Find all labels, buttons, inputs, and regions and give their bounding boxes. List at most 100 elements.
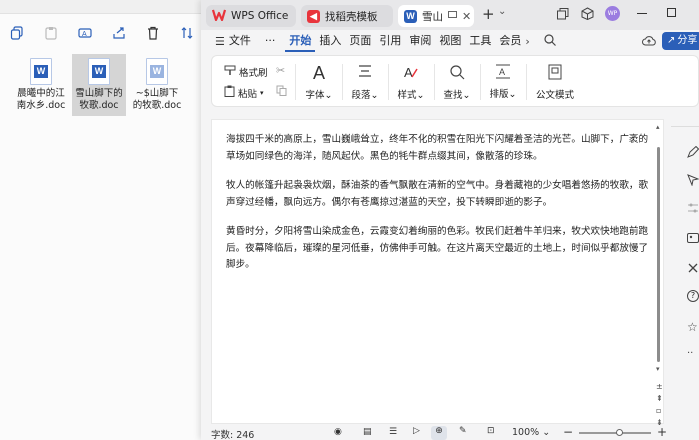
fit-page-icon[interactable]: ⊡ xyxy=(487,426,495,436)
cloud-upload-icon[interactable] xyxy=(642,35,656,49)
minimize-icon[interactable] xyxy=(637,13,647,14)
menu-bar: ☰ 文件 ··· 开始 插入 页面 引用 审阅 视图 工具 会员 › ↗ 分享 xyxy=(201,30,699,52)
menu-review[interactable]: 审阅 xyxy=(405,30,435,52)
help-icon[interactable]: ? xyxy=(687,290,699,302)
menu-more[interactable]: ··· xyxy=(261,30,280,52)
rename-icon[interactable]: A xyxy=(68,18,102,48)
word-count[interactable]: 字数: 246 xyxy=(211,427,254,440)
file-name: 晨曦中的江 南水乡.doc xyxy=(16,88,66,111)
menu-icon[interactable]: ☰ xyxy=(215,35,225,48)
style-group-button[interactable]: A 样式⌄ xyxy=(392,56,430,108)
ribbon-toolbar: 格式刷 ✂ 粘贴 ▾ A 字体⌄ 段落⌄ A 样式⌄ 查找⌄ A 排版⌄ 公文模… xyxy=(211,55,699,107)
star-icon[interactable]: ☆ xyxy=(687,320,698,334)
dropdown-icon: ▾ xyxy=(260,88,264,97)
scroll-down-icon[interactable]: ▾ xyxy=(656,365,660,373)
style-pen-icon: A xyxy=(403,64,419,83)
scrollbar-thumb[interactable] xyxy=(657,147,660,362)
tab-wps-office[interactable]: WPS Office xyxy=(206,5,296,27)
explorer-top-strip xyxy=(0,0,205,14)
copy-format-icon[interactable] xyxy=(276,85,287,99)
tab-templates[interactable]: ◀ 找稻壳模板 xyxy=(301,5,393,27)
edit-pen-icon[interactable] xyxy=(687,145,699,161)
zoom-out-button[interactable]: − xyxy=(563,425,573,439)
layout-group-button[interactable]: A 排版⌄ xyxy=(484,56,522,108)
close-tab-icon[interactable]: ✕ xyxy=(462,10,471,23)
paragraph-lines-icon xyxy=(357,64,373,81)
page-view-icon[interactable]: ▤ xyxy=(363,427,372,437)
document-page[interactable]: 海拔四千米的高原上，雪山巍峨耸立，终年不化的积雪在阳光下闪耀着圣洁的光芒。山脚下… xyxy=(211,119,664,424)
share-icon[interactable] xyxy=(102,18,136,48)
layout-icon: A xyxy=(495,64,511,82)
doc-mode-button[interactable]: 公文模式 xyxy=(530,56,580,108)
status-bar: 字数: 246 ◉ ▤ ☰ ▷ ⊕ ✎ ⊡ 100% ⌄ − + xyxy=(201,425,699,440)
outline-view-icon[interactable]: ☰ xyxy=(389,427,397,437)
paragraph[interactable]: 黄昏时分，夕阳将雪山染成金色，云霞变幻着绚丽的色彩。牧民们赶着牛羊归来，牧犬欢快… xyxy=(226,224,651,274)
format-painter-label: 格式刷 xyxy=(239,68,268,79)
web-view-icon[interactable]: ⊕ xyxy=(431,426,447,440)
file-item[interactable]: W ~$山脚下 的牧歌.doc xyxy=(130,54,184,116)
ribbon-separator xyxy=(480,64,481,100)
tab-label: 雪山 xyxy=(422,10,443,23)
cube-icon[interactable] xyxy=(581,7,594,23)
paragraph[interactable]: 牧人的帐篷升起袅袅炊烟，酥油茶的香气飘散在清新的空气中。身着藏袍的少女唱着悠扬的… xyxy=(226,178,651,211)
select-cursor-icon[interactable] xyxy=(687,174,699,189)
paste-button[interactable]: 粘贴 ▾ xyxy=(224,85,264,100)
scroll-up-icon[interactable]: ▴ xyxy=(656,123,660,131)
eye-icon[interactable]: ◉ xyxy=(334,427,342,437)
tools-icon[interactable] xyxy=(687,262,699,277)
font-group-button[interactable]: A 字体⌄ xyxy=(300,56,338,108)
maximize-icon[interactable] xyxy=(667,8,676,17)
explorer-toolbar: A xyxy=(0,16,205,50)
paragraph[interactable]: 海拔四千米的高原上，雪山巍峨耸立，终年不化的积雪在阳光下闪耀着圣洁的光芒。山脚下… xyxy=(226,132,651,165)
copy-icon[interactable] xyxy=(0,18,34,48)
sort-icon[interactable] xyxy=(170,18,204,48)
new-tab-button[interactable]: + xyxy=(482,5,495,23)
format-painter-button[interactable]: 格式刷 xyxy=(224,65,268,79)
paste-label: 粘贴 xyxy=(238,88,258,100)
menu-tools[interactable]: 工具 xyxy=(465,30,495,52)
paragraph-group-label: 段落⌄ xyxy=(351,89,379,101)
font-group-label: 字体⌄ xyxy=(305,90,333,101)
docer-logo-icon: ◀ xyxy=(307,9,320,23)
tab-label: WPS Office xyxy=(231,10,289,22)
search-icon[interactable] xyxy=(544,33,556,49)
page-nav-icons[interactable]: ± ⇞ ▫ ⇟ xyxy=(656,381,663,429)
font-a-icon: A xyxy=(312,63,325,83)
multi-window-icon[interactable] xyxy=(557,8,569,23)
pen-annotate-icon[interactable]: ✎ xyxy=(459,426,467,436)
zoom-slider-track[interactable] xyxy=(579,432,651,434)
paragraph-group-button[interactable]: 段落⌄ xyxy=(346,56,384,108)
format-painter-icon xyxy=(224,65,236,79)
zoom-level[interactable]: 100% ⌄ xyxy=(512,427,550,438)
menu-file[interactable]: 文件 xyxy=(225,30,255,52)
file-name: ~$山脚下 的牧歌.doc xyxy=(132,88,182,111)
share-button[interactable]: ↗ 分享 xyxy=(662,32,699,50)
menu-view[interactable]: 视图 xyxy=(435,30,465,52)
tab-document[interactable]: W 雪山 ✕ xyxy=(398,5,474,27)
svg-text:A: A xyxy=(82,31,87,38)
menu-member[interactable]: 会员 xyxy=(495,30,525,52)
chevron-right-icon[interactable]: › xyxy=(525,35,529,48)
file-item[interactable]: W 晨曦中的江 南水乡.doc xyxy=(14,54,68,116)
paste-icon[interactable] xyxy=(34,18,68,48)
tab-preview-icon xyxy=(448,10,457,22)
image-icon[interactable] xyxy=(687,232,699,247)
menu-references[interactable]: 引用 xyxy=(375,30,405,52)
zoom-slider-thumb[interactable] xyxy=(616,429,623,436)
menu-home[interactable]: 开始 xyxy=(285,31,316,52)
file-item-selected[interactable]: W 雪山脚下的 牧歌.doc xyxy=(72,54,126,116)
cut-icon[interactable]: ✂ xyxy=(276,64,285,77)
delete-icon[interactable] xyxy=(136,18,170,48)
ribbon-separator xyxy=(295,64,296,100)
play-icon[interactable]: ▷ xyxy=(413,426,420,436)
menu-page[interactable]: 页面 xyxy=(345,30,375,52)
adjust-icon[interactable] xyxy=(687,202,699,217)
find-group-button[interactable]: 查找⌄ xyxy=(438,56,476,108)
tab-dropdown-icon[interactable]: ⌄ xyxy=(498,6,506,17)
word-doc-icon: W xyxy=(88,58,110,85)
zoom-in-button[interactable]: + xyxy=(657,425,667,439)
avatar[interactable]: WP xyxy=(605,6,620,21)
more-options-icon[interactable]: ·· xyxy=(687,348,693,359)
vertical-scrollbar[interactable]: ▴ ▾ ± ⇞ ▫ ⇟ xyxy=(654,119,664,427)
menu-insert[interactable]: 插入 xyxy=(315,30,345,52)
